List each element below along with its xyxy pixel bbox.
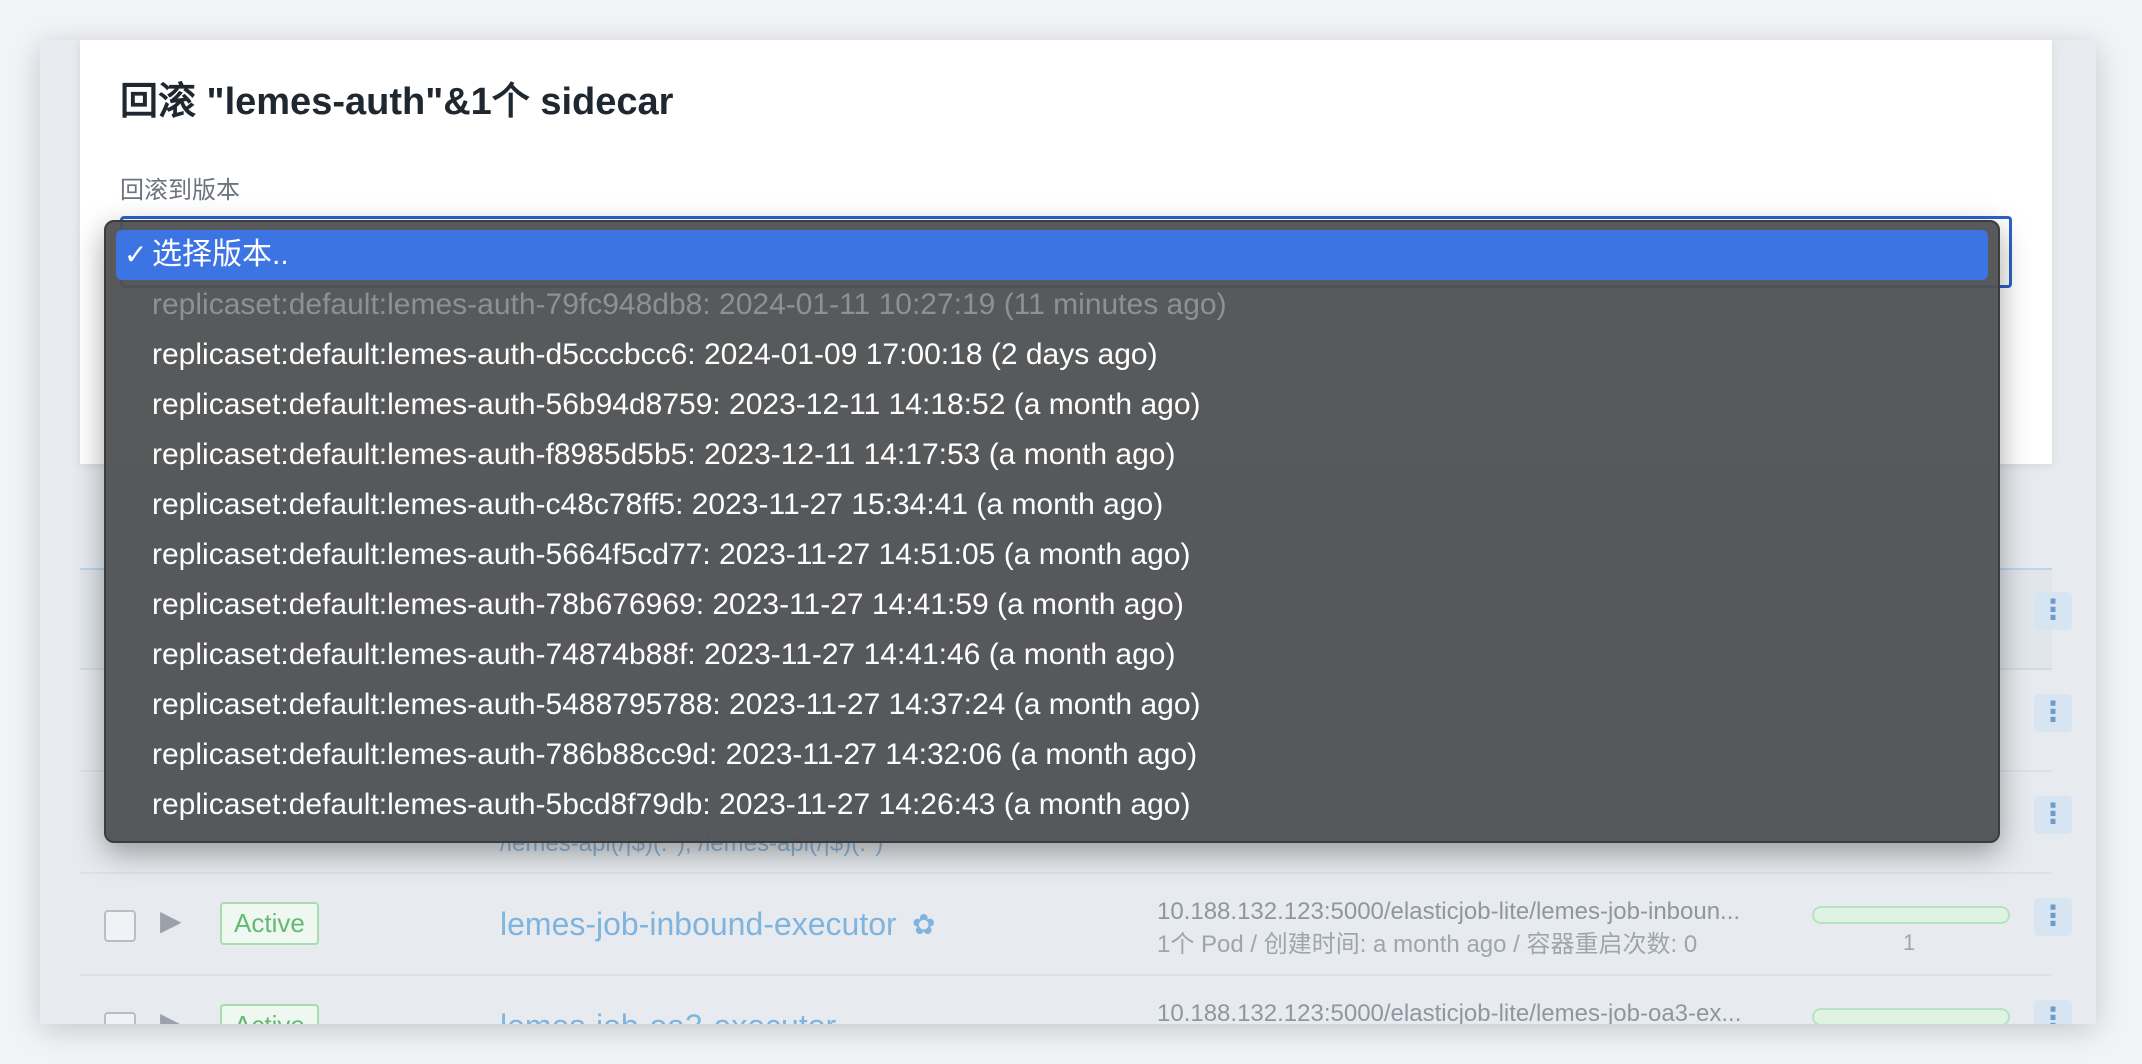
cluster-icon: ✿: [912, 908, 936, 941]
option-label: 选择版本..: [152, 238, 289, 271]
option-label: replicaset:default:lemes-auth-74874b88f:…: [152, 638, 1176, 671]
kebab-menu-icon[interactable]: ⋮: [2034, 1000, 2072, 1024]
version-option: replicaset:default:lemes-auth-79fc948db8…: [116, 280, 1988, 330]
version-label: 回滚到版本: [120, 177, 240, 204]
modal-title: 回滚 "lemes-auth"&1个 sidecar: [120, 81, 674, 123]
version-option[interactable]: replicaset:default:lemes-auth-5664f5cd77…: [116, 530, 1988, 580]
expand-caret-icon[interactable]: ▶: [160, 904, 182, 937]
option-label: replicaset:default:lemes-auth-78b676969:…: [152, 588, 1184, 621]
version-option-placeholder[interactable]: ✓ 选择版本..: [116, 230, 1988, 280]
option-label: replicaset:default:lemes-auth-786b88cc9d…: [152, 738, 1198, 771]
checkmark-icon: ✓: [124, 239, 148, 270]
version-option[interactable]: replicaset:default:lemes-auth-78b676969:…: [116, 580, 1988, 630]
status-badge: Active: [220, 1004, 319, 1024]
pod-progress-bar: [1812, 906, 2010, 924]
option-label: replicaset:default:lemes-auth-5664f5cd77…: [152, 538, 1191, 571]
option-label: replicaset:default:lemes-auth-56b94d8759…: [152, 388, 1201, 421]
pod-meta-text: 1个 Pod / 创建时间: a month ago / 容器重启次数: 0: [1157, 931, 1698, 958]
version-option[interactable]: replicaset:default:lemes-auth-c48c78ff5:…: [116, 480, 1988, 530]
pod-count: 1: [1903, 930, 1916, 955]
kebab-menu-icon[interactable]: ⋮: [2034, 898, 2072, 936]
status-badge: Active: [220, 902, 319, 945]
version-option[interactable]: replicaset:default:lemes-auth-5488795788…: [116, 680, 1988, 730]
version-option[interactable]: replicaset:default:lemes-auth-f8985d5b5:…: [116, 430, 1988, 480]
option-label: replicaset:default:lemes-auth-c48c78ff5:…: [152, 488, 1164, 521]
row-checkbox[interactable]: [104, 910, 136, 942]
kebab-menu-icon[interactable]: ⋮: [2034, 796, 2072, 834]
version-options: replicaset:default:lemes-auth-79fc948db8…: [116, 280, 1988, 830]
option-label: replicaset:default:lemes-auth-f8985d5b5:…: [152, 438, 1176, 471]
image-text: 10.188.132.123:5000/elasticjob-lite/leme…: [1157, 898, 1741, 925]
table-row: ▶ Active lemes-job-inbound-executor ✿ 10…: [80, 876, 2072, 976]
workload-name-link[interactable]: lemes-job-inbound-executor: [500, 906, 897, 943]
table-row: ▶ Active lemes-job-oa3-executor 10.188.1…: [80, 978, 2072, 1024]
kebab-menu-icon[interactable]: ⋮: [2034, 694, 2072, 732]
option-label: replicaset:default:lemes-auth-5488795788…: [152, 688, 1201, 721]
browser-viewport: ⋮ ⋮ /lemes-api(/|$)(.*), /lemes-api(/|$)…: [40, 40, 2096, 1024]
workload-name-link[interactable]: lemes-job-oa3-executor: [500, 1008, 836, 1024]
version-option[interactable]: replicaset:default:lemes-auth-56b94d8759…: [116, 380, 1988, 430]
option-label: replicaset:default:lemes-auth-d5cccbcc6:…: [152, 338, 1158, 371]
pod-progress-bar: [1812, 1008, 2010, 1024]
version-option[interactable]: replicaset:default:lemes-auth-5bcd8f79db…: [116, 780, 1988, 830]
version-dropdown-list[interactable]: ✓ 选择版本.. replicaset:default:lemes-auth-7…: [104, 220, 2000, 843]
image-text: 10.188.132.123:5000/elasticjob-lite/leme…: [1157, 1000, 1742, 1024]
version-option[interactable]: replicaset:default:lemes-auth-d5cccbcc6:…: [116, 330, 1988, 380]
expand-caret-icon[interactable]: ▶: [160, 1006, 182, 1024]
row-checkbox[interactable]: [104, 1012, 136, 1024]
option-label: replicaset:default:lemes-auth-79fc948db8…: [152, 288, 1227, 321]
version-option[interactable]: replicaset:default:lemes-auth-786b88cc9d…: [116, 730, 1988, 780]
version-option[interactable]: replicaset:default:lemes-auth-74874b88f:…: [116, 630, 1988, 680]
option-label: replicaset:default:lemes-auth-5bcd8f79db…: [152, 788, 1191, 821]
kebab-menu-icon[interactable]: ⋮: [2034, 592, 2072, 630]
